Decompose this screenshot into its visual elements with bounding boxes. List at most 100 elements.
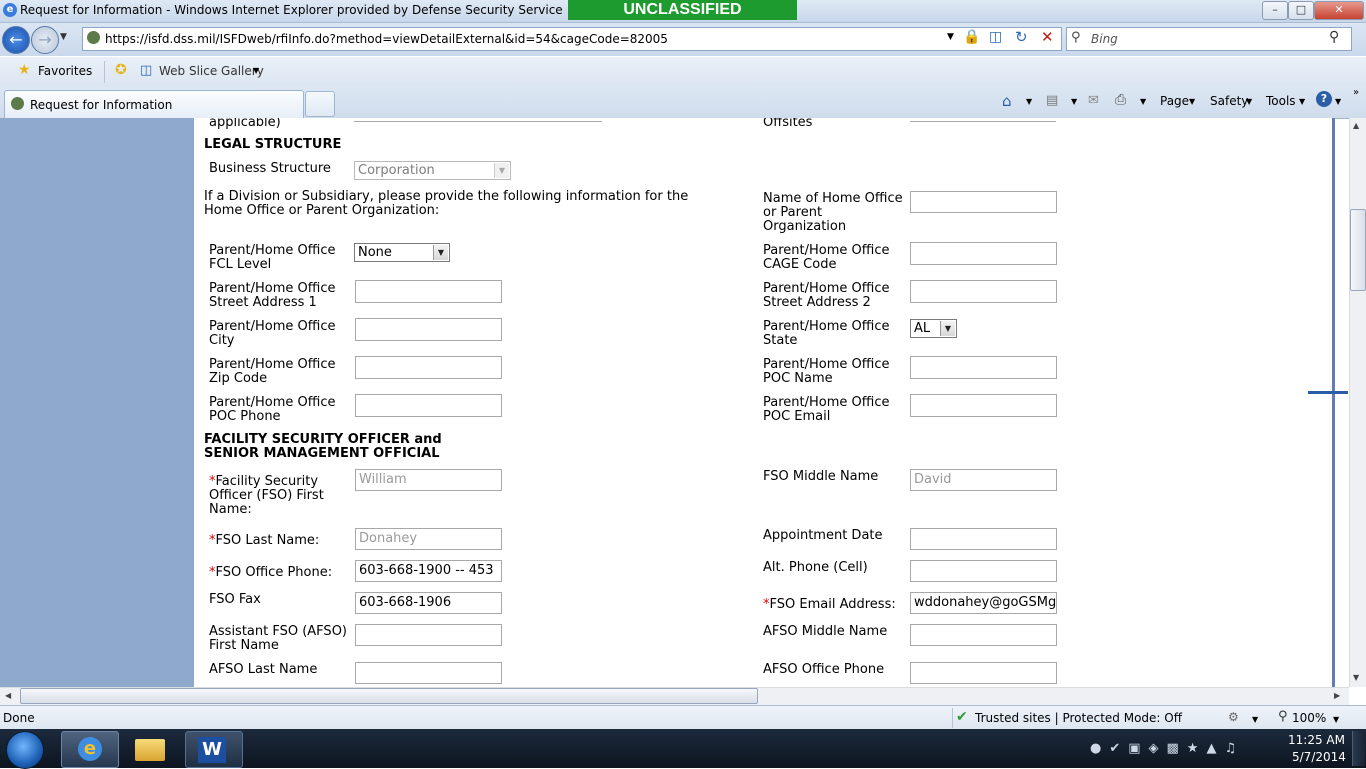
fso-heading-line-1: FACILITY SECURITY OFFICER and xyxy=(204,432,442,447)
chevron-down-icon[interactable]: ▼ xyxy=(1252,715,1258,724)
scroll-left-icon[interactable]: ◀ xyxy=(5,691,11,700)
taskbar-file-explorer[interactable] xyxy=(123,731,179,766)
fso-middle-name-input[interactable]: David xyxy=(910,469,1057,491)
fso-office-phone-input[interactable]: 603-668-1900 -- 453 xyxy=(355,560,502,582)
home-icon[interactable]: ⌂ xyxy=(1002,92,1012,110)
print-icon[interactable]: ⎙ xyxy=(1115,92,1126,108)
security-zone-text[interactable]: Trusted sites | Protected Mode: Off xyxy=(975,711,1182,725)
favorites-button[interactable]: Favorites xyxy=(38,64,92,78)
fso-first-name-input[interactable]: William xyxy=(355,469,502,491)
chevron-down-icon[interactable]: ▼ xyxy=(1246,97,1252,106)
poc-phone-input[interactable] xyxy=(355,394,502,417)
scroll-down-icon[interactable]: ▼ xyxy=(1353,673,1359,682)
prev-field-label: applicable) xyxy=(209,118,281,130)
scroll-right-icon[interactable]: ▶ xyxy=(1334,691,1340,700)
offsites-input[interactable] xyxy=(910,118,1056,122)
scroll-up-icon[interactable]: ▲ xyxy=(1353,121,1359,130)
search-placeholder[interactable]: Bing xyxy=(1091,32,1118,46)
cage-code-label: Parent/Home Office CAGE Code xyxy=(763,243,890,272)
fso-fax-input[interactable]: 603-668-1906 xyxy=(355,592,502,614)
clock-date[interactable]: 5/7/2014 xyxy=(1292,750,1346,764)
street-address-2-input[interactable] xyxy=(910,280,1057,303)
search-box[interactable]: ⚲ Bing ⚲ xyxy=(1066,27,1352,51)
afso-first-name-input[interactable] xyxy=(355,624,502,646)
home-dropdown-icon[interactable]: ▼ xyxy=(1026,97,1032,106)
help-icon[interactable]: ? xyxy=(1316,91,1332,107)
add-to-favorites-icon[interactable]: ✪ xyxy=(115,62,127,78)
fso-email-input[interactable]: wddonahey@goGSMgc xyxy=(910,592,1057,614)
taskbar-internet-explorer[interactable]: e xyxy=(61,731,119,768)
street-address-1-input[interactable] xyxy=(355,280,502,303)
feeds-icon[interactable]: ▤ xyxy=(1046,93,1058,108)
afso-last-name-input[interactable] xyxy=(355,662,502,684)
home-office-name-input[interactable] xyxy=(910,191,1057,213)
cage-code-input[interactable] xyxy=(910,242,1057,265)
search-icon[interactable]: ⚲ xyxy=(1329,29,1339,45)
chevron-down-icon[interactable]: ▼ xyxy=(1189,97,1195,106)
back-arrow-icon[interactable]: ← xyxy=(2,26,30,54)
read-mail-icon[interactable]: ✉ xyxy=(1088,93,1099,108)
minimize-icon[interactable]: – xyxy=(1262,1,1288,20)
page-menu[interactable]: Page xyxy=(1160,94,1189,108)
manage-addons-icon[interactable]: ⚙ xyxy=(1228,710,1239,724)
prev-field-input[interactable] xyxy=(354,118,602,122)
alt-phone-input[interactable] xyxy=(910,560,1057,582)
fso-first-name-label: *Facility Security Officer (FSO) First N… xyxy=(209,474,324,517)
state-label: Parent/Home Office State xyxy=(763,319,890,348)
fso-last-name-input[interactable]: Donahey xyxy=(355,528,502,550)
new-tab-button[interactable] xyxy=(305,91,335,117)
horizontal-scroll-thumb[interactable] xyxy=(20,688,758,704)
checkmark-icon: ✔ xyxy=(956,709,968,725)
business-structure-select[interactable]: Corporation ▼ xyxy=(354,161,511,180)
chevron-down-icon[interactable]: ▼ xyxy=(1333,715,1339,724)
help-dropdown-icon[interactable]: ▼ xyxy=(1335,97,1341,106)
safety-menu[interactable]: Safety xyxy=(1210,94,1248,108)
address-dropdown-icon[interactable]: ▼ xyxy=(947,32,954,42)
chevron-down-icon: ▼ xyxy=(940,321,955,336)
maximize-icon[interactable]: □ xyxy=(1288,1,1314,20)
fcl-level-select[interactable]: None ▼ xyxy=(354,243,450,262)
state-select[interactable]: AL ▼ xyxy=(910,319,957,338)
clock-time[interactable]: 11:25 AM xyxy=(1288,733,1345,747)
zip-code-input[interactable] xyxy=(355,356,502,379)
fso-fax-label: FSO Fax xyxy=(209,592,261,607)
tools-menu[interactable]: Tools xyxy=(1266,94,1296,108)
tab-request-for-information[interactable]: Request for Information xyxy=(4,90,304,118)
street-address-1-label: Parent/Home Office Street Address 1 xyxy=(209,281,336,310)
fso-middle-name-label: FSO Middle Name xyxy=(763,469,879,484)
vertical-scroll-thumb[interactable] xyxy=(1350,209,1366,291)
compatibility-view-icon[interactable]: ◫ xyxy=(989,29,1002,45)
show-desktop-button[interactable] xyxy=(1352,731,1365,766)
close-icon[interactable]: ✕ xyxy=(1314,1,1364,20)
address-url[interactable]: https://isfd.dss.mil/ISFDweb/rfiInfo.do?… xyxy=(105,32,668,46)
recent-pages-dropdown-icon[interactable]: ▼ xyxy=(60,32,67,42)
chevron-down-icon[interactable]: ▼ xyxy=(253,66,259,75)
zoom-level[interactable]: 100% xyxy=(1292,711,1326,725)
fso-office-phone-label: *FSO Office Phone: xyxy=(209,565,333,580)
system-tray-icons[interactable]: ●✔▣◈▩★▲♫ xyxy=(1090,741,1240,757)
refresh-icon[interactable]: ↻ xyxy=(1015,28,1028,46)
internet-explorer-icon: e xyxy=(78,737,102,761)
print-dropdown-icon[interactable]: ▼ xyxy=(1140,97,1146,106)
afso-middle-name-input[interactable] xyxy=(910,624,1057,646)
city-input[interactable] xyxy=(355,318,502,341)
chevron-down-icon[interactable]: ▼ xyxy=(1299,97,1305,106)
lock-icon[interactable]: 🔒 xyxy=(963,29,980,45)
afso-office-phone-input[interactable] xyxy=(910,662,1057,684)
web-slice-gallery-link[interactable]: Web Slice Gallery xyxy=(159,64,264,78)
appointment-date-input[interactable] xyxy=(910,528,1057,550)
address-bar[interactable]: https://isfd.dss.mil/ISFDweb/rfiInfo.do?… xyxy=(82,27,1062,51)
vertical-scrollbar[interactable]: ▲ ▼ xyxy=(1349,118,1366,687)
start-button[interactable] xyxy=(6,731,44,769)
poc-name-input[interactable] xyxy=(910,356,1057,379)
stop-icon[interactable]: ✕ xyxy=(1041,28,1054,46)
status-text: Done xyxy=(3,711,35,725)
folder-icon xyxy=(135,739,165,761)
toolbar-overflow-icon[interactable]: » xyxy=(1353,87,1359,98)
taskbar-word[interactable]: W xyxy=(185,731,243,768)
divider xyxy=(952,708,953,728)
feeds-dropdown-icon[interactable]: ▼ xyxy=(1071,97,1077,106)
poc-email-input[interactable] xyxy=(910,394,1057,417)
forward-arrow-icon[interactable]: → xyxy=(31,26,59,54)
fso-email-label: *FSO Email Address: xyxy=(763,597,896,612)
